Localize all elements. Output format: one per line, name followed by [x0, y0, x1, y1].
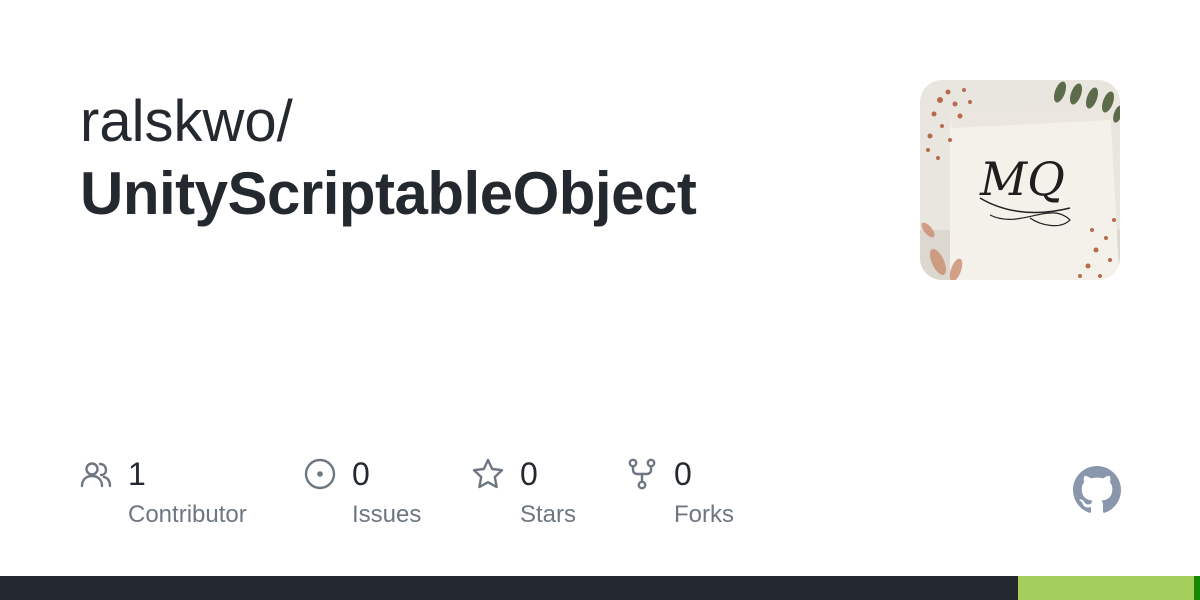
language-segment-1: [1017, 576, 1194, 600]
issue-icon: [304, 458, 336, 490]
issue-label: Issues: [352, 501, 422, 528]
star-icon: [472, 458, 504, 490]
language-segment-0: [0, 576, 1018, 600]
github-logo-icon[interactable]: [1073, 466, 1121, 514]
repo-owner[interactable]: ralskwo/: [80, 88, 293, 156]
language-segment-2: [1193, 576, 1200, 600]
owner-avatar[interactable]: MQ: [920, 80, 1120, 280]
fork-icon: [626, 458, 658, 490]
issue-count: 0: [352, 456, 370, 492]
star-label: Stars: [520, 501, 577, 528]
contributor-count: 1: [128, 456, 146, 492]
avatar-monogram: MQ: [979, 152, 1065, 206]
repo-name[interactable]: UnityScriptableObject: [80, 158, 697, 230]
language-bar: [0, 576, 1200, 600]
fork-label: Forks: [674, 501, 734, 528]
avatar-image: MQ: [920, 80, 1120, 280]
people-icon: [80, 458, 112, 490]
fork-count: 0: [674, 456, 692, 492]
contributor-label: Contributor: [128, 501, 247, 528]
repo-stats: 1 Contributor 0 Issues 0 Stars 0 Forks: [0, 450, 1200, 550]
star-count: 0: [520, 456, 538, 492]
